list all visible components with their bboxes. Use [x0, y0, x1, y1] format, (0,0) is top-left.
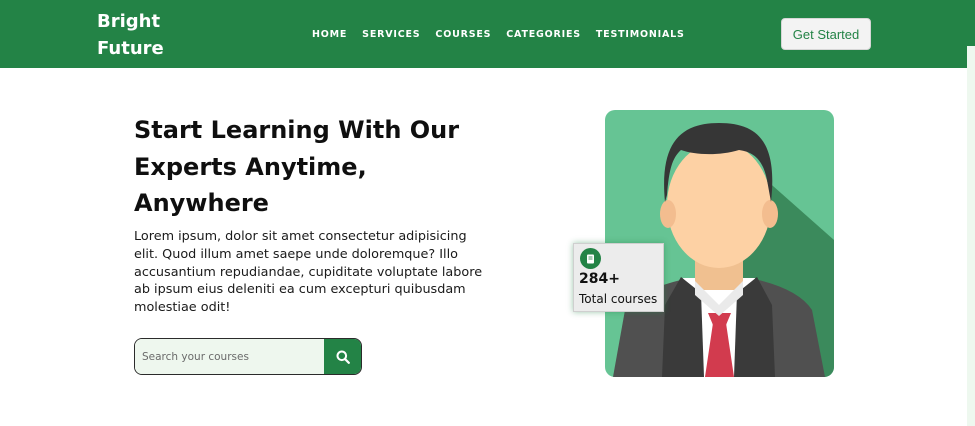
- nav-link-courses[interactable]: COURSES: [435, 29, 491, 40]
- nav-link-services[interactable]: SERVICES: [362, 29, 420, 40]
- nav-link-testimonials[interactable]: TESTIMONIALS: [596, 29, 685, 40]
- stats-number: 284+: [579, 271, 620, 287]
- stats-label: Total courses: [579, 292, 658, 306]
- course-search-box: [134, 338, 362, 375]
- hero-description: Lorem ipsum, dolor sit amet consectetur …: [134, 229, 483, 316]
- nav-link-home[interactable]: HOME: [312, 29, 347, 40]
- get-started-button[interactable]: Get Started: [781, 18, 871, 50]
- search-input[interactable]: [135, 339, 324, 374]
- search-icon: [336, 350, 350, 364]
- stats-card: 284+ Total courses: [573, 243, 664, 312]
- brand-logo[interactable]: Bright Future: [97, 8, 164, 62]
- nav-menu: HOME SERVICES COURSES CATEGORIES TESTIMO…: [312, 29, 685, 40]
- nav-link-categories[interactable]: CATEGORIES: [506, 29, 581, 40]
- scrollbar-track[interactable]: [967, 46, 975, 426]
- search-button[interactable]: [324, 339, 361, 374]
- navbar: Bright Future HOME SERVICES COURSES CATE…: [0, 0, 975, 68]
- hero-title: Start Learning With Our Experts Anytime,…: [134, 116, 460, 217]
- book-icon: [580, 248, 601, 269]
